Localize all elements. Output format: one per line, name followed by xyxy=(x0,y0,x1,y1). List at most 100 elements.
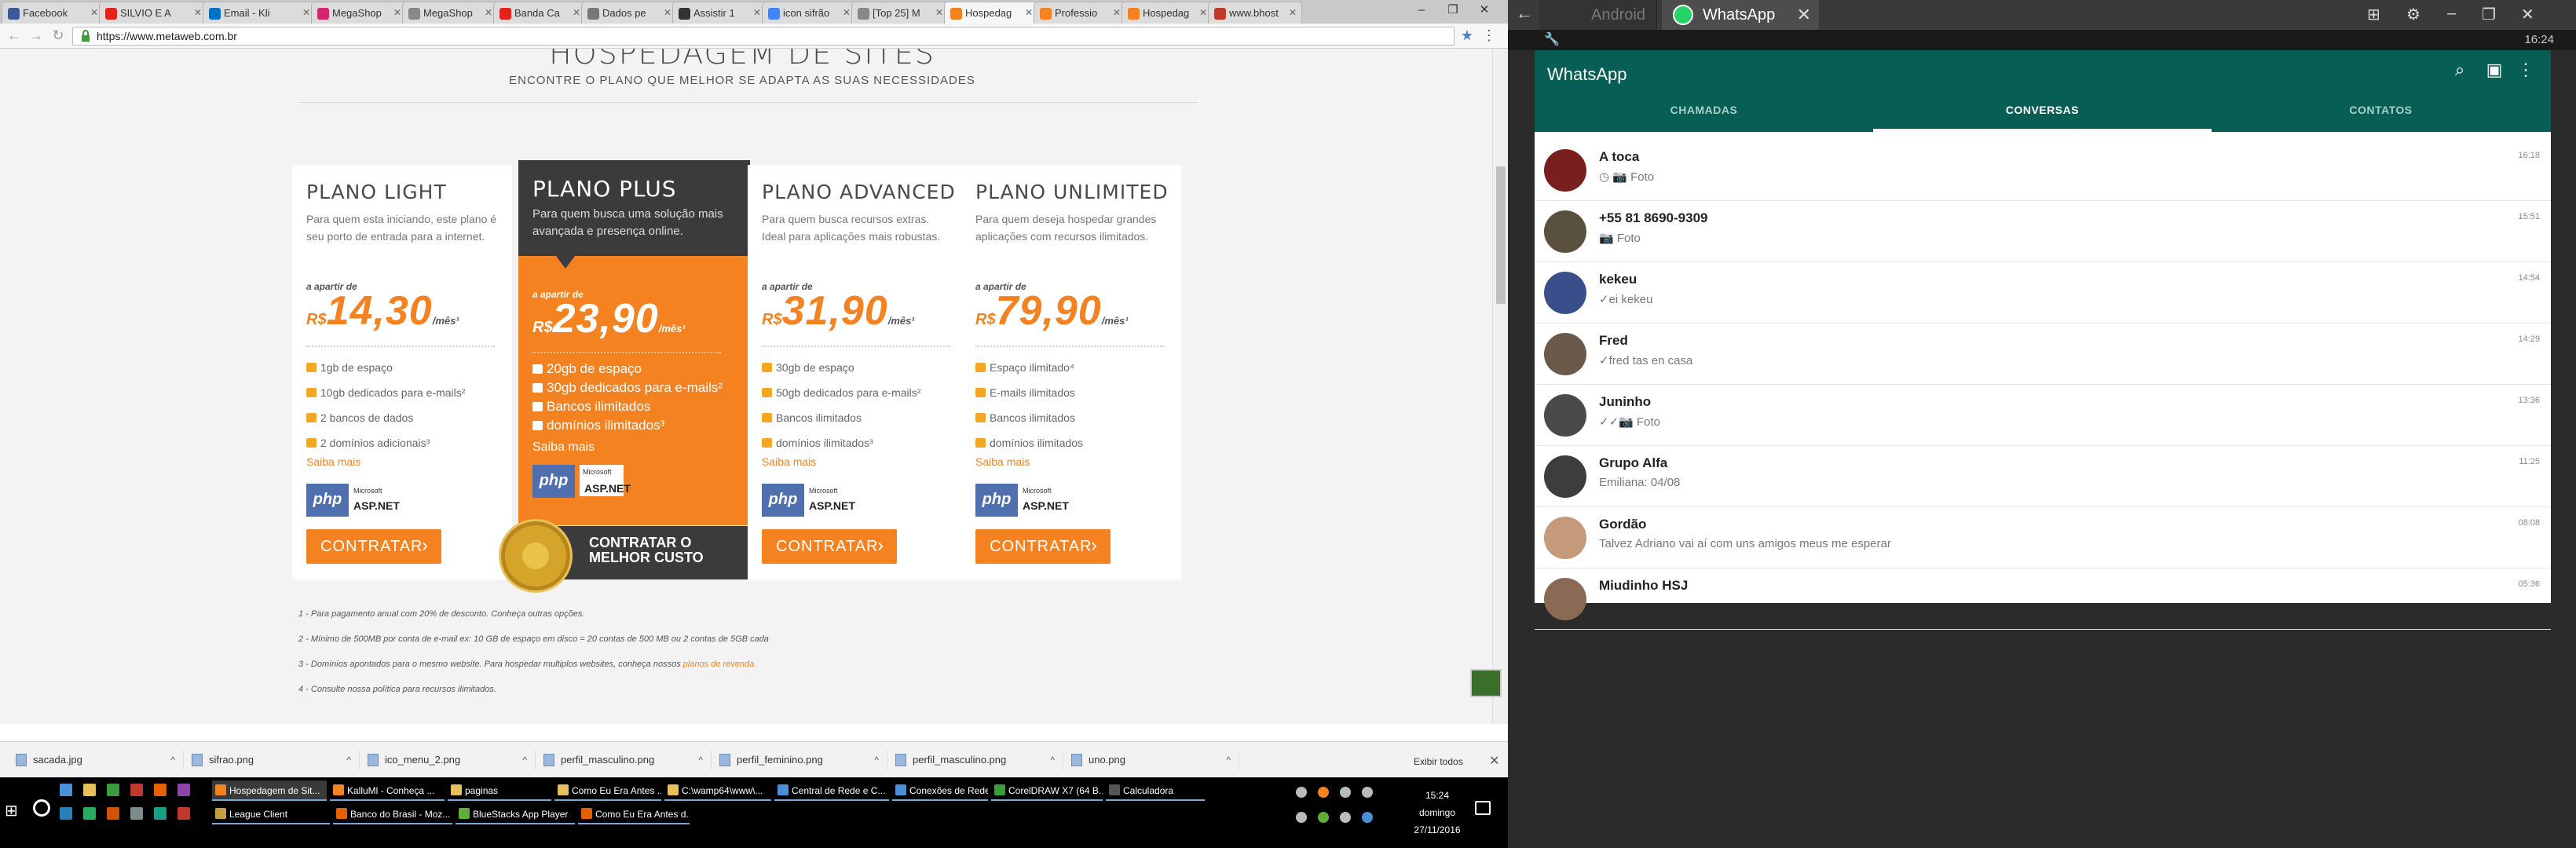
browser-tab[interactable]: MegaShop ✕ xyxy=(402,2,498,24)
taskbar-button[interactable]: Como Eu Era Antes ... xyxy=(554,780,661,801)
tray-icon[interactable] xyxy=(1318,787,1329,798)
chevron-up-icon[interactable]: ^ xyxy=(698,750,703,770)
resale-plans-link[interactable]: planos de revenda. xyxy=(683,660,757,669)
scroll-thumb[interactable] xyxy=(1496,166,1506,304)
restore-button[interactable]: ❐ xyxy=(1437,0,1469,22)
close-tab-icon[interactable]: ✕ xyxy=(664,2,671,24)
avatar[interactable] xyxy=(1544,578,1586,620)
chat-widget-icon[interactable] xyxy=(1470,669,1502,697)
taskbar-button[interactable]: Como Eu Era Antes d... xyxy=(578,804,690,824)
pinned-app-icon[interactable] xyxy=(177,807,190,820)
close-window-button[interactable]: ✕ xyxy=(2521,5,2534,24)
download-item[interactable]: perfil_masculino.png ^ xyxy=(540,750,712,770)
close-tab-icon[interactable]: ✕ xyxy=(90,2,98,24)
close-tab-icon[interactable]: ✕ xyxy=(935,2,943,24)
clock[interactable]: 15:24 domingo 27/11/2016 xyxy=(1414,787,1461,839)
tab-conversas[interactable]: CONVERSAS xyxy=(1873,104,2212,116)
pinned-app-icon[interactable] xyxy=(107,784,119,796)
saiba-mais-link[interactable]: Saiba mais xyxy=(762,455,816,468)
avatar[interactable] xyxy=(1544,517,1586,559)
chevron-up-icon[interactable]: ^ xyxy=(1226,750,1231,770)
tray-icon[interactable] xyxy=(1318,812,1329,823)
chevron-up-icon[interactable]: ^ xyxy=(1050,750,1055,770)
pinned-app-icon[interactable] xyxy=(83,807,96,820)
page-scrollbar[interactable] xyxy=(1492,49,1508,724)
tray-icon[interactable] xyxy=(1362,787,1373,798)
taskbar-button[interactable]: C:\wamp64\www\... xyxy=(664,780,771,801)
tab-contatos[interactable]: CONTATOS xyxy=(2212,104,2550,116)
close-tab-icon[interactable]: ✕ xyxy=(1797,0,1811,30)
tab-android[interactable]: Android xyxy=(1539,0,1657,30)
minimize-button[interactable]: – xyxy=(1406,0,1437,22)
download-item[interactable]: perfil_feminino.png ^ xyxy=(716,750,887,770)
reload-button[interactable]: ↻ xyxy=(49,27,68,46)
browser-tab[interactable]: Banda Ca ✕ xyxy=(493,2,586,24)
contratar-button[interactable]: CONTRATAR xyxy=(762,528,897,564)
taskbar-button[interactable]: Banco do Brasil - Moz... xyxy=(333,804,452,824)
tray-icon[interactable] xyxy=(1340,812,1351,823)
avatar[interactable] xyxy=(1544,333,1586,375)
close-tab-icon[interactable]: ✕ xyxy=(1289,2,1297,24)
saiba-mais-link[interactable]: Saiba mais xyxy=(975,455,1030,468)
avatar[interactable] xyxy=(1544,455,1586,498)
browser-tab[interactable]: Hospedag ✕ xyxy=(944,2,1038,24)
browser-tab[interactable]: Dados pe ✕ xyxy=(581,2,677,24)
taskbar-button[interactable]: KalluMl - Conheça ... xyxy=(330,780,445,801)
pinned-app-icon[interactable] xyxy=(154,807,166,820)
restore-button[interactable]: ❐ xyxy=(2482,5,2496,24)
close-tab-icon[interactable]: ✕ xyxy=(194,2,202,24)
tab-whatsapp[interactable]: WhatsApp ✕ xyxy=(1662,0,1819,30)
contratar-button[interactable]: CONTRATAR xyxy=(306,528,441,564)
avatar[interactable] xyxy=(1544,394,1586,437)
browser-tab[interactable]: MegaShop ✕ xyxy=(311,2,407,24)
url-input[interactable]: https://www.metaweb.com.br xyxy=(72,27,1454,46)
menu-icon[interactable]: ⋮ xyxy=(1480,27,1498,46)
tray-icon[interactable] xyxy=(1296,812,1307,823)
chevron-up-icon[interactable]: ^ xyxy=(346,750,351,770)
taskbar-button[interactable]: CorelDRAW X7 (64 B... xyxy=(991,780,1103,801)
tray-icon[interactable] xyxy=(1340,787,1351,798)
pinned-app-icon[interactable] xyxy=(60,784,72,796)
download-item[interactable]: sifrao.png ^ xyxy=(188,750,360,770)
forward-button[interactable]: → xyxy=(27,27,46,46)
close-tab-icon[interactable]: ✕ xyxy=(753,2,761,24)
pinned-app-icon[interactable] xyxy=(130,807,143,820)
back-button[interactable]: ← xyxy=(5,27,24,46)
avatar[interactable] xyxy=(1544,272,1586,314)
windows-start-icon[interactable]: ⊞ xyxy=(5,801,22,820)
pinned-app-icon[interactable] xyxy=(60,807,72,820)
close-window-button[interactable]: ✕ xyxy=(1469,0,1500,22)
close-downloads-icon[interactable]: ✕ xyxy=(1489,753,1499,769)
close-tab-icon[interactable]: ✕ xyxy=(1113,2,1121,24)
browser-tab[interactable]: www.bhost ✕ xyxy=(1208,2,1302,24)
avatar[interactable] xyxy=(1544,149,1586,192)
taskbar-button[interactable]: Central de Rede e C... xyxy=(774,780,889,801)
new-chat-icon[interactable]: ▣ xyxy=(2483,60,2505,82)
browser-tab[interactable]: Facebook ✕ xyxy=(2,2,104,24)
browser-tab[interactable]: Professio ✕ xyxy=(1034,2,1126,24)
chevron-up-icon[interactable]: ^ xyxy=(170,750,175,770)
notifications-icon[interactable] xyxy=(1475,801,1491,815)
settings-gear-icon[interactable]: ⚙ xyxy=(2406,5,2420,24)
pinned-app-icon[interactable] xyxy=(154,784,166,796)
taskbar-button[interactable]: Calculadora xyxy=(1106,780,1205,801)
close-tab-icon[interactable]: ✕ xyxy=(843,2,851,24)
close-tab-icon[interactable]: ✕ xyxy=(393,2,401,24)
avatar[interactable] xyxy=(1544,210,1586,253)
overflow-menu-icon[interactable]: ⋮ xyxy=(2515,60,2537,82)
chat-row[interactable]: kekeu ✓ei kekeu 14:54 xyxy=(1535,262,2551,323)
tab-chamadas[interactable]: CHAMADAS xyxy=(1535,104,1873,116)
chat-row[interactable]: Fred ✓fred tas en casa 14:29 xyxy=(1535,323,2551,385)
download-item[interactable]: perfil_masculino.png ^ xyxy=(892,750,1063,770)
chevron-up-icon[interactable]: ^ xyxy=(874,750,879,770)
download-item[interactable]: uno.png ^ xyxy=(1068,750,1239,770)
taskbar-button[interactable]: League Client xyxy=(212,804,330,824)
browser-tab[interactable]: Hospedag ✕ xyxy=(1122,2,1213,24)
search-icon[interactable]: ⌕ xyxy=(2449,60,2471,82)
chat-row[interactable]: Grupo Alfa Emiliana: 04/08 11:25 xyxy=(1535,446,2551,507)
pinned-app-icon[interactable] xyxy=(83,784,96,796)
browser-tab[interactable]: [Top 25] M ✕ xyxy=(851,2,949,24)
close-tab-icon[interactable]: ✕ xyxy=(1025,2,1033,24)
tray-icon[interactable] xyxy=(1296,787,1307,798)
browser-tab[interactable]: Email - Kli ✕ xyxy=(203,2,316,24)
